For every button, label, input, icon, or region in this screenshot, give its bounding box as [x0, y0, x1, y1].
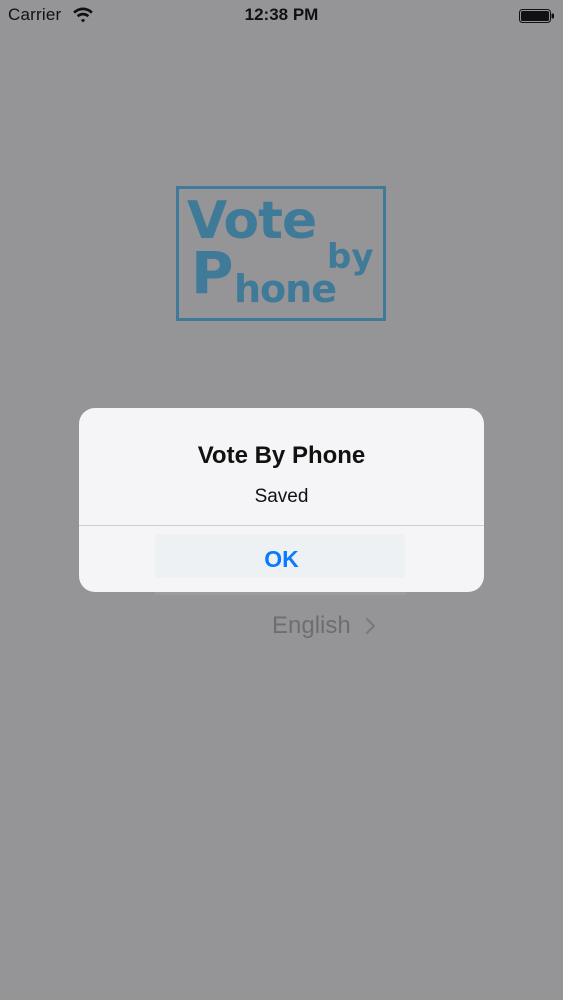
language-label: English: [272, 612, 351, 639]
alert-title: Vote By Phone: [197, 442, 366, 469]
battery-icon: [519, 9, 554, 23]
chevron-right-icon: [365, 617, 375, 635]
alert-dialog: Vote By Phone Saved OK: [79, 408, 484, 592]
logo-letter-p: P: [191, 239, 234, 307]
status-bar: Carrier 12:38 PM: [0, 0, 563, 32]
logo-word-by: by: [327, 237, 374, 277]
status-time: 12:38 PM: [244, 5, 319, 24]
ok-button[interactable]: OK: [79, 526, 484, 592]
alert-message: Saved: [254, 486, 309, 507]
app-logo: Vote P hone by: [176, 186, 386, 321]
logo-word-hone: hone: [234, 267, 337, 311]
language-selector[interactable]: English: [272, 610, 377, 642]
